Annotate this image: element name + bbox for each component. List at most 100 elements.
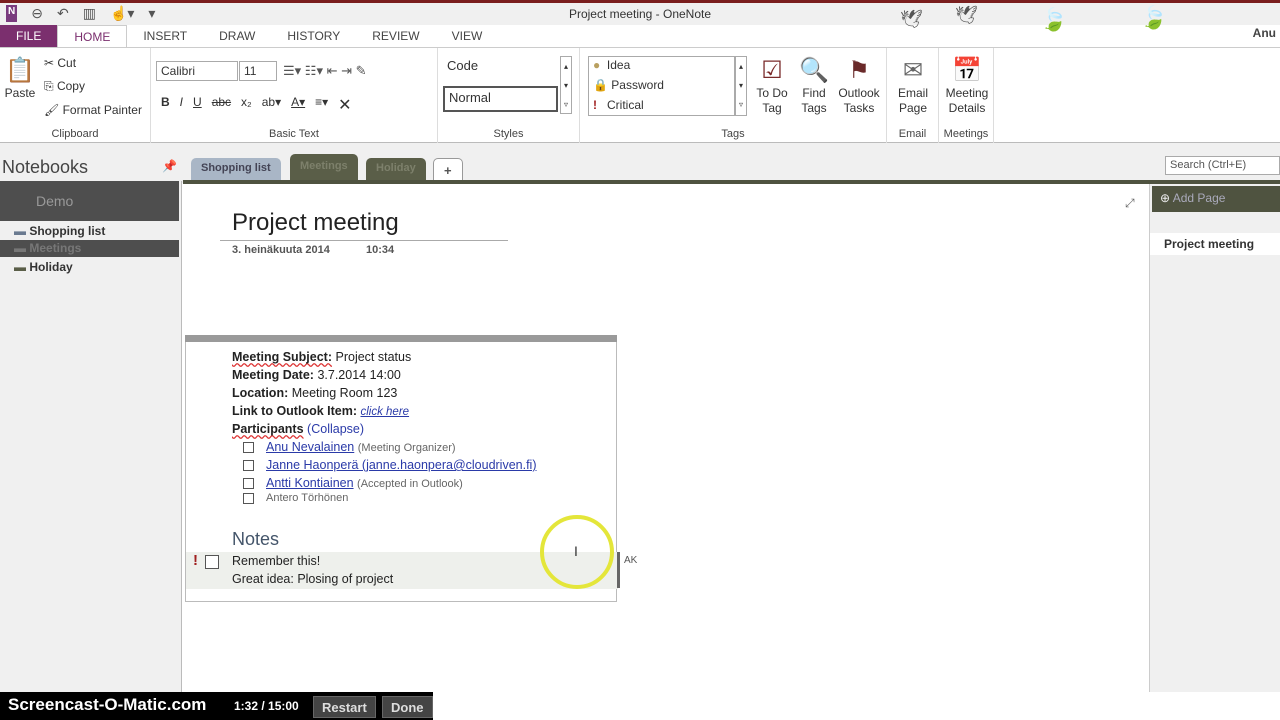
person-checkbox-icon[interactable] <box>243 492 254 504</box>
font-color-icon[interactable]: A▾ <box>291 95 305 115</box>
email-label: Email <box>898 128 927 140</box>
tag-critical[interactable]: ! Critical <box>593 98 644 112</box>
italic-button[interactable]: I <box>180 95 183 115</box>
participant-row: Antti Kontiainen (Accepted in Outlook) <box>243 476 463 490</box>
basic-text-group: Calibri 11 ☰▾ ☷▾ ⇤ ⇥ ✎ B I U abc x₂ ab▾ … <box>151 48 438 143</box>
participant-row: Janne Haonperä (janne.haonpera@cloudrive… <box>243 458 537 472</box>
tab-history[interactable]: HISTORY <box>271 25 356 48</box>
style-normal[interactable]: Normal <box>443 86 558 112</box>
tab-insert[interactable]: INSERT <box>127 25 203 48</box>
outlook-link-row: Link to Outlook Item: click here <box>232 404 410 418</box>
meeting-subject: Meeting Subject: Project status <box>232 350 412 364</box>
section-tab-shopping-list[interactable]: Shopping list <box>191 158 281 181</box>
expand-icon[interactable]: ⤢ <box>1125 196 1135 211</box>
email-page-button[interactable]: ✉ Email Page <box>891 56 935 116</box>
title-bar: N ⊖ ↶ ▥ ☝▾ ▾ Project meeting - OneNote 🕊… <box>0 0 1280 32</box>
person-checkbox-icon[interactable] <box>243 460 254 472</box>
container-drag-handle[interactable] <box>185 335 617 342</box>
strikethrough-button[interactable]: abc <box>212 95 231 115</box>
tags-label: Tags <box>721 128 745 140</box>
tags-scrollbar[interactable]: ▴ ▾ ▿ <box>735 56 747 116</box>
meeting-location: Location: Meeting Room 123 <box>232 386 398 400</box>
paste-button[interactable]: 📋 Paste <box>4 56 36 101</box>
lock-icon: 🔒 <box>593 78 608 92</box>
participant-row: Antero Törhönen <box>243 492 348 504</box>
section-tab-meetings[interactable]: Meetings <box>290 154 358 181</box>
done-button[interactable]: Done <box>382 696 433 718</box>
page-list-pane <box>1150 184 1280 692</box>
section-icon: ▬ <box>14 241 26 255</box>
checkmark-icon: ☑ <box>761 57 783 84</box>
user-name[interactable]: Anu <box>1253 26 1276 40</box>
tag-idea[interactable]: ● Idea <box>593 58 630 72</box>
highlight-icon[interactable]: ab▾ <box>262 95 281 115</box>
meetings-label: Meetings <box>943 128 989 140</box>
page-title[interactable]: Project meeting <box>232 209 399 237</box>
screencast-brand: Screencast-O-Matic.com <box>8 695 207 714</box>
flag-icon: ⚑ <box>848 57 870 84</box>
format-painter-button[interactable]: 🖌 Format Painter <box>44 103 142 117</box>
search-input[interactable]: Search (Ctrl+E) <box>1165 156 1280 175</box>
find-tags-button[interactable]: 🔍 Find Tags <box>794 56 834 116</box>
tag-password[interactable]: 🔒 Password <box>593 78 664 92</box>
todo-checkbox[interactable] <box>205 555 219 569</box>
section-shopping-list[interactable]: ▬ Shopping list <box>0 224 179 238</box>
section-tab-holiday[interactable]: Holiday <box>366 158 426 181</box>
todo-tag-button[interactable]: ☑ To Do Tag <box>752 56 792 116</box>
style-code[interactable]: Code <box>443 56 558 82</box>
add-page-button[interactable]: ⊕ Add Page <box>1152 186 1280 212</box>
person-checkbox-icon[interactable] <box>243 478 254 490</box>
tab-view[interactable]: VIEW <box>436 25 499 48</box>
underline-button[interactable]: U <box>193 95 202 115</box>
note-line[interactable]: Great idea: Plosing of project <box>232 572 393 586</box>
collapse-link[interactable]: (Collapse) <box>307 422 364 436</box>
person-checkbox-icon[interactable] <box>243 442 254 454</box>
section-meetings[interactable]: ▬ Meetings <box>0 240 179 257</box>
window-title: Project meeting - OneNote <box>568 7 712 21</box>
envelope-icon: ✉ <box>902 57 924 84</box>
bold-button[interactable]: B <box>161 95 170 115</box>
clear-formatting-icon[interactable]: ✕ <box>338 95 351 115</box>
tab-draw[interactable]: DRAW <box>203 25 271 48</box>
exclamation-icon: ! <box>593 98 597 112</box>
page-list-item[interactable]: Project meeting <box>1150 233 1280 255</box>
leaf-decoration-icon: 🍃 <box>1140 5 1168 30</box>
lightbulb-icon: ● <box>593 58 601 72</box>
recording-time: 1:32 / 15:00 <box>234 699 299 713</box>
outlook-link[interactable]: click here <box>360 406 409 418</box>
meeting-details-button[interactable]: 📅 Meeting Details <box>941 56 993 116</box>
meetings-group: 📅 Meeting Details Meetings <box>939 48 994 143</box>
styles-group: Code Normal ▴ ▾ ▿ Styles <box>438 48 580 143</box>
bird-decoration-icon: 🕊 <box>955 5 978 25</box>
notebook-pane: Demo ▬ Shopping list ▬ Meetings ▬ Holida… <box>0 181 182 692</box>
notebook-demo[interactable]: Demo <box>0 181 179 221</box>
tab-home[interactable]: HOME <box>57 25 128 48</box>
outlook-tasks-button[interactable]: ⚑ Outlook Tasks <box>834 56 884 116</box>
list-buttons[interactable]: ☰▾ ☷▾ ⇤ ⇥ ✎ <box>283 63 366 79</box>
section-holiday[interactable]: ▬ Holiday <box>0 260 179 274</box>
author-initials: AK <box>624 555 638 566</box>
copy-button[interactable]: ⎘ Copy <box>44 79 85 94</box>
add-section-button[interactable]: + <box>433 158 463 181</box>
clipboard-group: 📋 Paste ✂ Cut ⎘ Copy 🖌 Format Painter Cli… <box>0 48 151 143</box>
cut-button[interactable]: ✂ Cut <box>44 56 76 70</box>
notes-heading: Notes <box>232 529 280 549</box>
note-line[interactable]: Remember this! <box>232 554 320 568</box>
text-cursor-icon: I <box>574 543 578 559</box>
email-group: ✉ Email Page Email <box>887 48 939 143</box>
calendar-icon: 📅 <box>952 57 982 84</box>
font-size-select[interactable]: 11 <box>239 61 277 81</box>
restart-button[interactable]: Restart <box>313 696 376 718</box>
meeting-date: Meeting Date: 3.7.2014 14:00 <box>232 368 401 382</box>
tab-file[interactable]: FILE <box>0 25 58 48</box>
styles-scrollbar[interactable]: ▴ ▾ ▿ <box>560 56 572 114</box>
ribbon: 📋 Paste ✂ Cut ⎘ Copy 🖌 Format Painter Cli… <box>0 47 1280 143</box>
author-bar <box>617 552 620 588</box>
notebooks-header: Notebooks <box>2 157 89 177</box>
align-icon[interactable]: ≡▾ <box>315 95 328 115</box>
subscript-button[interactable]: x₂ <box>241 95 252 115</box>
tab-review[interactable]: REVIEW <box>356 25 435 48</box>
bird-decoration-icon: 🕊 <box>900 9 923 29</box>
pin-icon[interactable]: 📌 <box>162 159 177 173</box>
font-name-select[interactable]: Calibri <box>156 61 238 81</box>
